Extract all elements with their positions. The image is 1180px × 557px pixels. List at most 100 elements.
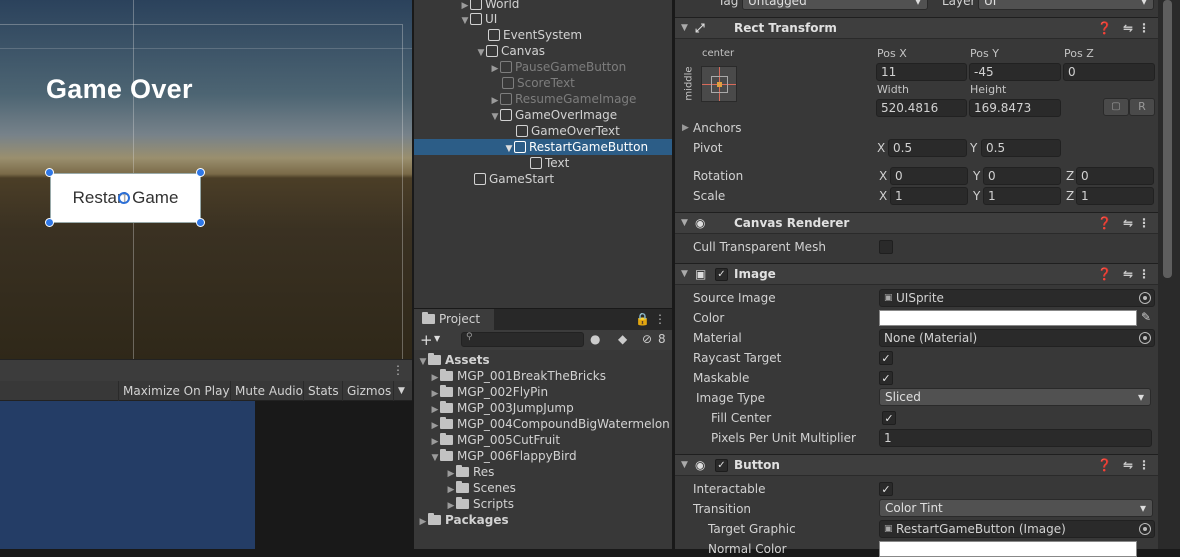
object-picker-icon[interactable]: [1139, 523, 1151, 535]
project-item-res[interactable]: ▶ Res: [414, 464, 672, 480]
presets-icon[interactable]: ⇋: [1123, 455, 1133, 476]
image-header[interactable]: ▼ ▣ ✓ Image ❓ ⇋ ⋮: [675, 263, 1158, 285]
button-header[interactable]: ▼ ◉ ✓ Button ❓ ⇋ ⋮: [675, 454, 1158, 476]
color-swatch[interactable]: [879, 310, 1137, 326]
more-icon[interactable]: ⋮: [1138, 455, 1150, 476]
help-icon[interactable]: ❓: [1097, 213, 1112, 234]
anchor-presets-button[interactable]: [701, 66, 737, 102]
image-enabled-checkbox[interactable]: ✓: [715, 268, 728, 281]
tag-dropdown[interactable]: Untagged: [742, 0, 928, 10]
blueprint-mode-button[interactable]: ▢: [1103, 98, 1129, 116]
collapse-arrow-icon[interactable]: ▼: [681, 455, 688, 476]
project-item-assets[interactable]: ▼ Assets: [414, 352, 672, 368]
object-picker-icon[interactable]: [1139, 332, 1151, 344]
rotation-z-field[interactable]: 0: [1076, 167, 1154, 185]
rect-handle-bottom-right[interactable]: [196, 218, 205, 227]
hierarchy-item-resumegameimage[interactable]: ▶ ResumeGameImage: [414, 91, 672, 107]
collapse-arrow-icon[interactable]: ▼: [681, 18, 688, 39]
eyedropper-icon[interactable]: ✎: [1141, 310, 1151, 324]
expand-arrow-icon[interactable]: ▶: [418, 514, 428, 530]
more-icon[interactable]: ⋮: [1138, 213, 1150, 234]
help-icon[interactable]: ❓: [1097, 455, 1112, 476]
more-icon[interactable]: ⋮: [654, 312, 666, 326]
pos-x-field[interactable]: 11: [876, 63, 967, 81]
chevron-down-icon[interactable]: ▼: [434, 334, 440, 343]
interactable-checkbox[interactable]: ✓: [879, 482, 893, 496]
image-type-dropdown[interactable]: Sliced: [879, 388, 1151, 406]
rect-handle-top-right[interactable]: [196, 168, 205, 177]
target-graphic-field[interactable]: ▣ RestartGameButton (Image): [879, 520, 1155, 538]
scale-z-field[interactable]: 1: [1076, 187, 1154, 205]
project-search-input[interactable]: ⚲: [461, 332, 584, 347]
lock-icon[interactable]: 🔒: [635, 312, 650, 326]
hierarchy-item-canvas[interactable]: ▼ Canvas: [414, 43, 672, 59]
anchors-label[interactable]: Anchors: [693, 121, 742, 135]
width-field[interactable]: 520.4816: [876, 99, 967, 117]
more-icon[interactable]: ⋮: [1138, 264, 1150, 285]
hierarchy-item-gameovertext[interactable]: GameOverText: [414, 123, 672, 139]
gizmos-dropdown-icon[interactable]: ▼: [393, 381, 409, 401]
project-item-mgp004[interactable]: ▶ MGP_004CompoundBigWatermelon: [414, 416, 672, 432]
normal-color-swatch[interactable]: [879, 541, 1137, 557]
project-item-scenes[interactable]: ▶ Scenes: [414, 480, 672, 496]
hierarchy-item-text[interactable]: Text: [414, 155, 672, 171]
mute-audio-button[interactable]: Mute Audio: [230, 381, 307, 401]
pivot-x-field[interactable]: 0.5: [888, 139, 967, 157]
hidden-packages-icon[interactable]: ⊘: [642, 332, 652, 346]
button-enabled-checkbox[interactable]: ✓: [715, 459, 728, 472]
scale-y-field[interactable]: 1: [983, 187, 1061, 205]
tab-project[interactable]: Project: [414, 309, 494, 330]
project-item-mgp005[interactable]: ▶ MGP_005CutFruit: [414, 432, 672, 448]
scene-view[interactable]: Game Over Restart Game: [0, 0, 412, 359]
hierarchy-item-scoretext[interactable]: ScoreText: [414, 75, 672, 91]
hierarchy-panel[interactable]: ▶ World ▼ UI EventSystem ▼ Canvas ▶ PauseGam…: [414, 0, 672, 308]
transition-dropdown[interactable]: Color Tint: [879, 499, 1153, 517]
presets-icon[interactable]: ⇋: [1123, 264, 1133, 285]
pos-y-field[interactable]: -45: [969, 63, 1061, 81]
presets-icon[interactable]: ⇋: [1123, 18, 1133, 39]
add-icon[interactable]: +: [420, 331, 433, 349]
hierarchy-item-gameoverimage[interactable]: ▼ GameOverImage: [414, 107, 672, 123]
more-icon[interactable]: ⋮: [1138, 18, 1150, 39]
hierarchy-item-eventsystem[interactable]: EventSystem: [414, 27, 672, 43]
source-image-field[interactable]: ▣ UISprite: [879, 289, 1155, 307]
raw-edit-button[interactable]: R: [1129, 98, 1155, 116]
cull-transparent-mesh-checkbox[interactable]: [879, 240, 893, 254]
more-icon[interactable]: ⋮: [392, 363, 404, 377]
stats-button[interactable]: Stats: [303, 381, 343, 401]
project-item-mgp001[interactable]: ▶ MGP_001BreakTheBricks: [414, 368, 672, 384]
project-panel[interactable]: ▼ Assets ▶ MGP_001BreakTheBricks ▶ MGP_002F…: [414, 350, 672, 549]
presets-icon[interactable]: ⇋: [1123, 213, 1133, 234]
canvas-renderer-header[interactable]: ▼ ◉ Canvas Renderer ❓ ⇋ ⋮: [675, 212, 1158, 234]
maskable-checkbox[interactable]: ✓: [879, 371, 893, 385]
rect-handle-bottom-left[interactable]: [45, 218, 54, 227]
rect-transform-header[interactable]: ▼ ⤢ Rect Transform ❓ ⇋ ⋮: [675, 17, 1158, 39]
pos-z-field[interactable]: 0: [1063, 63, 1155, 81]
hierarchy-item-restartgamebutton[interactable]: ▼ RestartGameButton: [414, 139, 672, 155]
gizmos-button[interactable]: Gizmos: [342, 381, 395, 401]
expand-arrow-icon[interactable]: ▶: [682, 123, 689, 133]
help-icon[interactable]: ❓: [1097, 264, 1112, 285]
pivot-y-field[interactable]: 0.5: [981, 139, 1061, 157]
layer-dropdown[interactable]: UI: [978, 0, 1154, 10]
pivot-handle[interactable]: [118, 192, 130, 204]
hierarchy-item-pausegamebutton[interactable]: ▶ PauseGameButton: [414, 59, 672, 75]
rotation-y-field[interactable]: 0: [983, 167, 1061, 185]
search-by-type-icon[interactable]: ●: [590, 332, 600, 346]
inspector-scrollbar-thumb[interactable]: [1163, 0, 1172, 278]
hierarchy-item-ui[interactable]: ▼ UI: [414, 11, 672, 27]
scale-x-field[interactable]: 1: [890, 187, 968, 205]
help-icon[interactable]: ❓: [1097, 18, 1112, 39]
fill-center-checkbox[interactable]: ✓: [882, 411, 896, 425]
collapse-arrow-icon[interactable]: ▼: [681, 213, 688, 234]
rect-handle-top-left[interactable]: [45, 168, 54, 177]
raycast-target-checkbox[interactable]: ✓: [879, 351, 893, 365]
label-icon[interactable]: ◆: [618, 332, 627, 346]
pixels-per-unit-field[interactable]: 1: [879, 429, 1152, 447]
game-over-text[interactable]: Game Over: [46, 74, 193, 105]
collapse-arrow-icon[interactable]: ▼: [681, 264, 688, 285]
height-field[interactable]: 169.8473: [969, 99, 1061, 117]
project-item-packages[interactable]: ▶ Packages: [414, 512, 672, 528]
project-item-mgp002[interactable]: ▶ MGP_002FlyPin: [414, 384, 672, 400]
hierarchy-item-gamestart[interactable]: GameStart: [414, 171, 672, 187]
